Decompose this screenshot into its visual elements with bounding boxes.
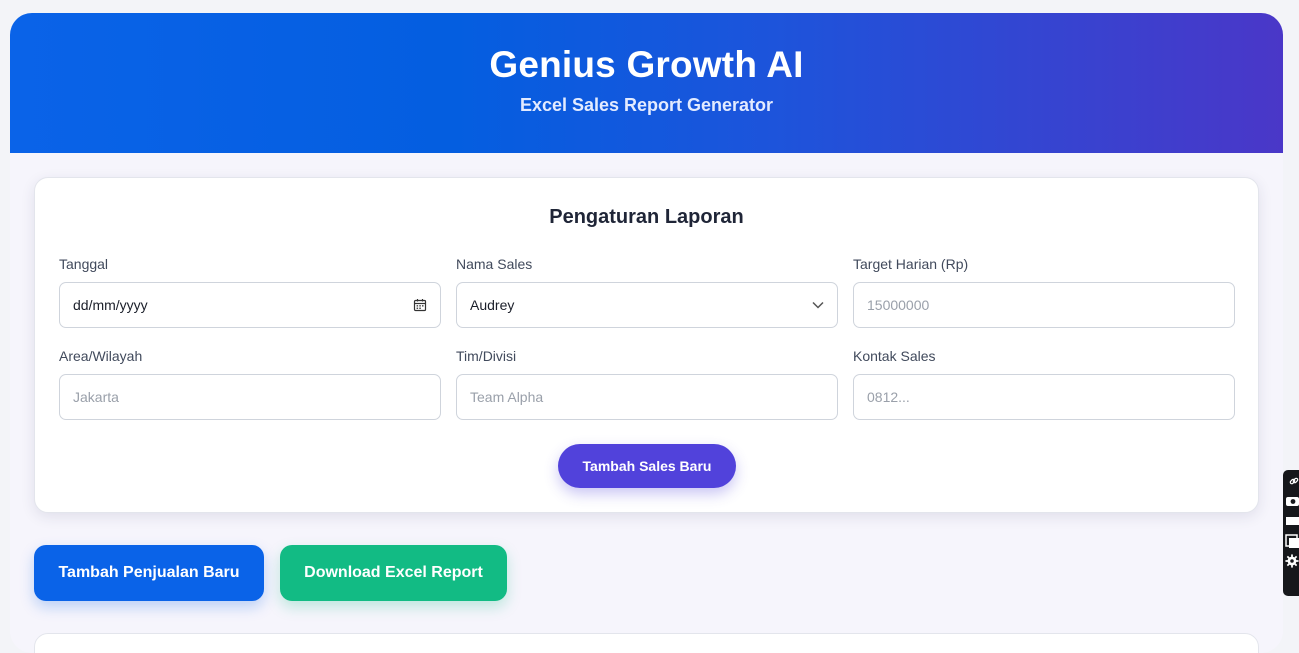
daily-target-label: Target Harian (Rp) bbox=[853, 256, 969, 272]
contact-input[interactable]: 0812... bbox=[853, 374, 1235, 420]
calendar-icon[interactable] bbox=[413, 298, 427, 312]
window-icon[interactable] bbox=[1285, 533, 1299, 548]
side-toolbar bbox=[1283, 470, 1299, 596]
contact-placeholder: 0812... bbox=[867, 389, 910, 405]
contact-field-group: Kontak Sales 0812... bbox=[853, 348, 1235, 420]
app-subtitle: Excel Sales Report Generator bbox=[519, 95, 774, 115]
date-input-value: dd/mm/yyyy bbox=[73, 297, 148, 313]
area-field-group: Area/Wilayah Jakarta bbox=[59, 348, 441, 420]
sales-name-select[interactable]: Audrey bbox=[456, 282, 838, 328]
gear-icon[interactable] bbox=[1285, 553, 1299, 568]
team-field-group: Tim/Divisi Team Alpha bbox=[456, 348, 838, 420]
team-label: Tim/Divisi bbox=[456, 348, 517, 364]
sales-entries-card bbox=[34, 633, 1259, 653]
sales-name-label: Nama Sales bbox=[456, 256, 533, 272]
daily-target-field-group: Target Harian (Rp) 15000000 bbox=[853, 256, 1235, 328]
add-sales-button[interactable]: Tambah Sales Baru bbox=[558, 444, 736, 488]
daily-target-placeholder: 15000000 bbox=[867, 297, 930, 313]
add-sale-button[interactable]: Tambah Penjualan Baru bbox=[34, 545, 264, 601]
date-input[interactable]: dd/mm/yyyy bbox=[59, 282, 441, 328]
rectangle-icon[interactable] bbox=[1285, 514, 1299, 527]
area-placeholder: Jakarta bbox=[73, 389, 119, 405]
team-placeholder: Team Alpha bbox=[470, 389, 544, 405]
camera-icon[interactable] bbox=[1285, 494, 1299, 507]
sales-name-selected: Audrey bbox=[470, 297, 515, 313]
app-container: Genius Growth AI Excel Sales Report Gene… bbox=[10, 13, 1283, 653]
date-field-group: Tanggal dd/mm/yyyy bbox=[59, 256, 441, 328]
app-title: Genius Growth AI bbox=[489, 44, 804, 85]
daily-target-input[interactable]: 15000000 bbox=[853, 282, 1235, 328]
link-icon[interactable] bbox=[1285, 474, 1299, 487]
sales-name-field-group: Nama Sales Audrey bbox=[456, 256, 838, 328]
download-excel-button[interactable]: Download Excel Report bbox=[280, 545, 507, 601]
contact-label: Kontak Sales bbox=[853, 348, 936, 364]
area-input[interactable]: Jakarta bbox=[59, 374, 441, 420]
report-settings-card: Pengaturan Laporan Tanggal dd/mm/yyyy Na… bbox=[34, 177, 1259, 513]
date-label: Tanggal bbox=[59, 256, 109, 272]
settings-title: Pengaturan Laporan bbox=[549, 206, 744, 228]
header-banner: Genius Growth AI Excel Sales Report Gene… bbox=[10, 13, 1283, 153]
area-label: Area/Wilayah bbox=[59, 348, 143, 364]
chevron-down-icon bbox=[812, 301, 824, 309]
team-input[interactable]: Team Alpha bbox=[456, 374, 838, 420]
